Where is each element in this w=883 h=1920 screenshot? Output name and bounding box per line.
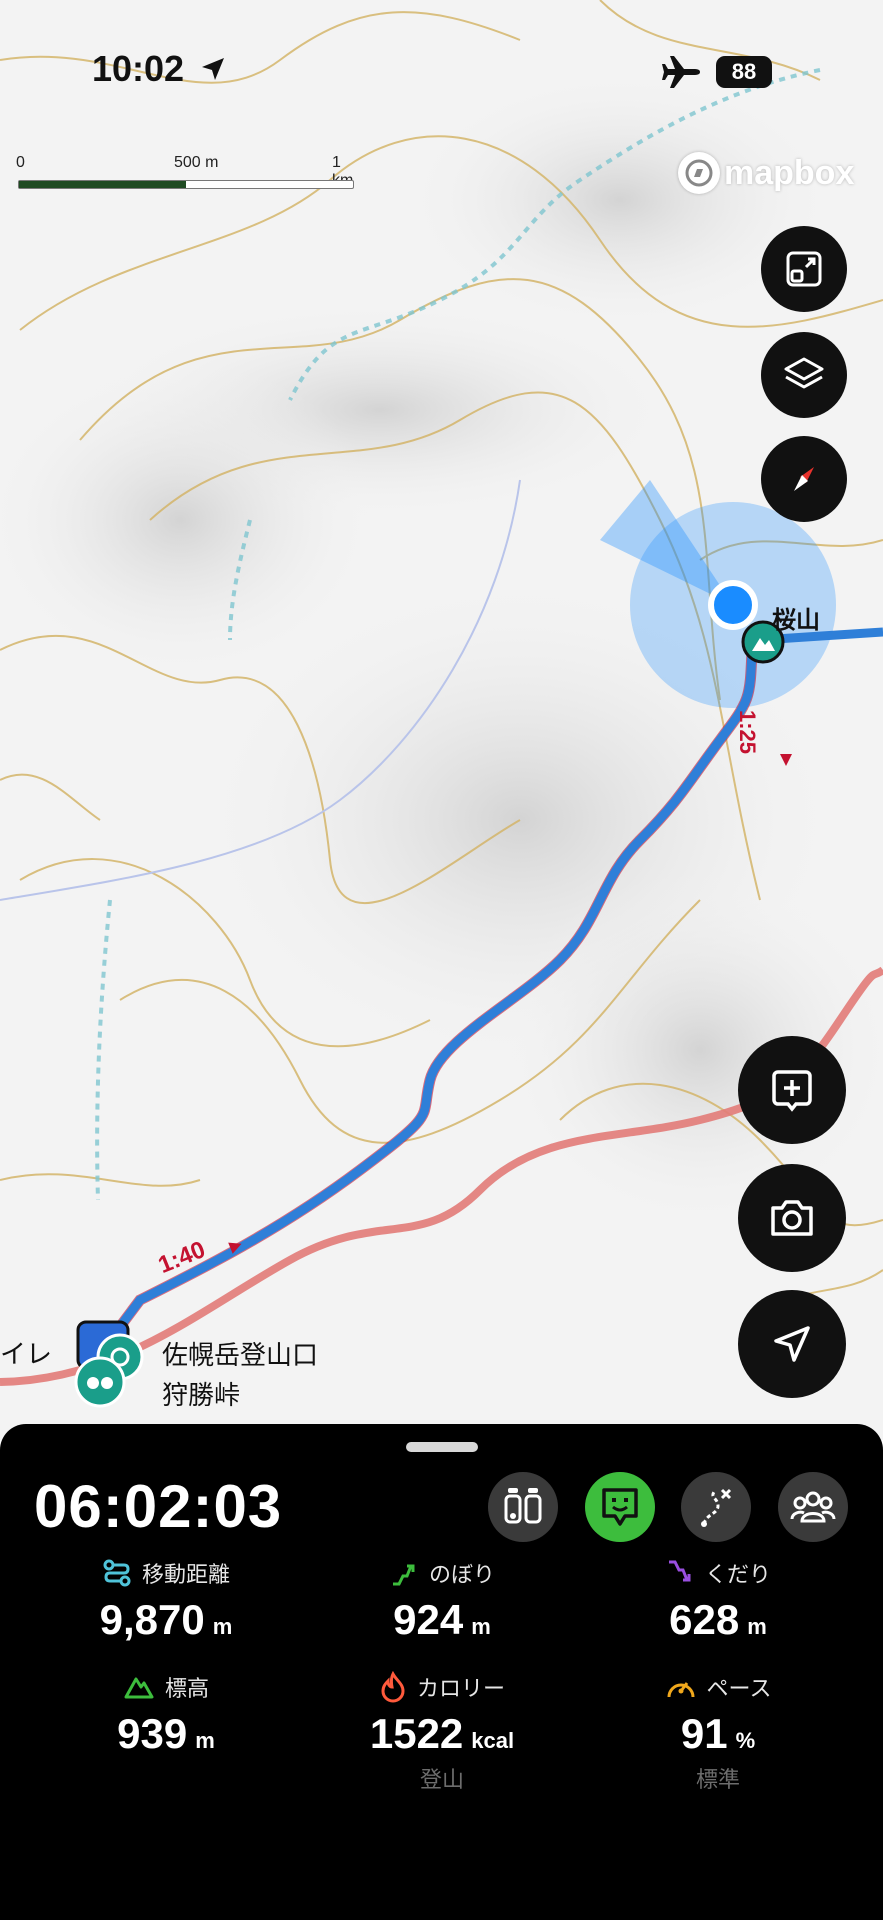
location-arrow-icon — [202, 58, 224, 80]
mapbox-label: mapbox — [724, 153, 855, 192]
stat-descent: くだり 628 m — [588, 1556, 848, 1644]
stat-label: のぼり — [428, 1563, 495, 1588]
stat-ascent: のぼり 924 m — [312, 1556, 572, 1644]
camera-icon — [771, 1200, 813, 1236]
stat-label: 移動距離 — [141, 1563, 230, 1588]
compass-button[interactable] — [761, 436, 847, 522]
trailhead-name: 佐幌岳登山口 — [162, 1341, 319, 1371]
mapbox-attribution[interactable]: mapbox — [678, 152, 854, 194]
stat-label: ペース — [706, 1677, 772, 1702]
stat-sub: 登山 — [419, 1768, 464, 1793]
battery-indicator: 88 — [716, 56, 772, 88]
navigate-button[interactable] — [738, 1290, 846, 1398]
status-time: 10:02 — [92, 48, 185, 89]
fullscreen-icon — [786, 251, 822, 287]
route-mode-button[interactable] — [681, 1472, 751, 1542]
stat-label: 標高 — [164, 1677, 209, 1702]
group-icon — [790, 1491, 836, 1523]
stat-value: 91 — [680, 1710, 728, 1757]
map-scale: 0 500 m 1 km — [16, 154, 356, 198]
face-mode-button[interactable] — [585, 1472, 655, 1542]
user-location-dot — [708, 580, 758, 630]
airplane-icon — [662, 56, 700, 88]
route-icon — [701, 1488, 732, 1527]
stat-unit: m — [471, 1614, 491, 1639]
segment-time-label: 1:25 — [735, 710, 760, 755]
distance-icon — [103, 1559, 131, 1587]
scale-label-0: 0 — [16, 154, 25, 171]
stat-value: 628 — [669, 1596, 740, 1643]
stat-label: くだり — [704, 1563, 771, 1588]
layers-icon — [784, 357, 824, 389]
layers-button[interactable] — [761, 332, 847, 418]
calorie-icon — [381, 1671, 405, 1703]
fullscreen-button[interactable] — [761, 226, 847, 312]
stat-unit: kcal — [471, 1728, 515, 1753]
scale-label-500m: 500 m — [174, 154, 219, 171]
drag-handle[interactable] — [406, 1442, 478, 1452]
group-mode-button[interactable] — [778, 1472, 848, 1542]
stat-calories: カロリー 1522 kcal 登山 — [312, 1670, 572, 1794]
compass-icon — [794, 467, 814, 491]
stat-unit: m — [747, 1614, 767, 1639]
stat-value: 9,870 — [99, 1596, 205, 1643]
stat-unit: m — [212, 1614, 233, 1639]
navigate-icon — [774, 1326, 810, 1362]
partial-map-label: イレ — [0, 1340, 53, 1370]
stat-label: カロリー — [416, 1677, 505, 1702]
peak-label: 桜山 — [772, 606, 820, 634]
add-marker-icon — [772, 1070, 812, 1112]
stat-value: 939 — [117, 1710, 188, 1757]
elapsed-time: 06:02:03 — [34, 1473, 283, 1540]
activity-panel[interactable]: 06:02:03 移動距離 9,870 m のぼり 924 m くだり 628 m 標… — [0, 1424, 883, 1920]
trailhead-label: 佐幌岳登山口 狩勝峠 — [162, 1336, 318, 1416]
stat-distance: 移動距離 9,870 m — [36, 1556, 296, 1644]
stat-value: 1522 — [369, 1710, 464, 1757]
stat-pace: ペース 91% 標準 — [588, 1670, 848, 1794]
face-icon — [602, 1488, 638, 1526]
elevation-icon — [124, 1677, 154, 1699]
stat-unit: % — [735, 1728, 756, 1753]
stat-value: 924 — [393, 1596, 464, 1643]
stat-unit: m — [195, 1728, 215, 1753]
pass-name: 狩勝峠 — [162, 1381, 241, 1411]
descent-icon — [668, 1560, 691, 1582]
gear-mode-button[interactable] — [488, 1472, 558, 1542]
gear-icon — [504, 1488, 542, 1524]
mapbox-logo-icon — [678, 152, 720, 194]
add-marker-button[interactable] — [738, 1036, 846, 1144]
map-view[interactable]: 10:02 88 0 500 m 1 km mapbox 桜山 1:40 1:2… — [0, 0, 883, 1440]
ascent-icon — [392, 1564, 415, 1586]
camera-button[interactable] — [738, 1164, 846, 1272]
pace-icon — [667, 1682, 695, 1698]
stat-sub: 標準 — [695, 1768, 740, 1793]
stat-elevation: 標高 939 m — [36, 1670, 296, 1758]
